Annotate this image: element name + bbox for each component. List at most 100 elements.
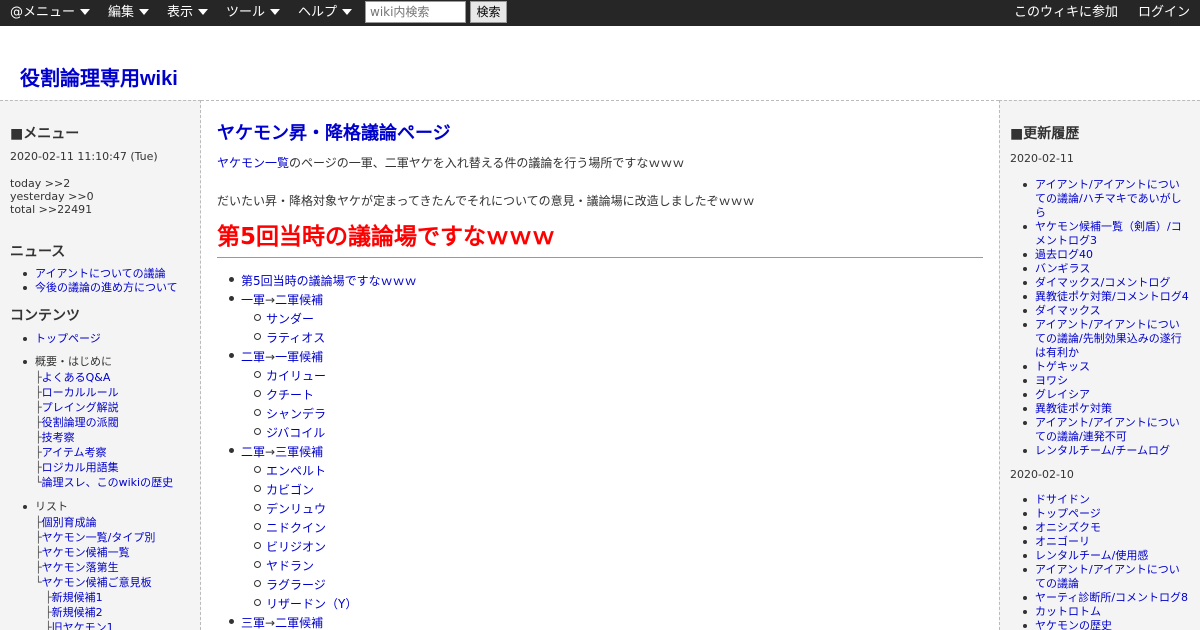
toc-link[interactable]: 二軍→三軍候補 [241,445,323,459]
tree-link[interactable]: ローカルルール [42,386,119,399]
tree-link[interactable]: 旧ヤケモン1 [52,621,114,630]
history-link[interactable]: ダイマックス [1035,304,1101,317]
yakemon-list-link[interactable]: ヤケモン一覧 [217,156,289,170]
site-title[interactable]: 役割論理専用wiki [20,62,178,91]
list-item: ダイマックス [1010,304,1189,318]
history-link[interactable]: ヤーティ診断所/コメントログ8 [1035,591,1188,604]
history-link[interactable]: グレイシア [1035,388,1090,401]
menu-dropdown-main[interactable]: @メニュー [10,0,91,26]
toc-link[interactable]: ニドクイン [266,521,326,535]
history-items: ドサイドン トップページ オニシズクモ オニゴーリ レンタルチーム/使用感 アイアント/ア… [1010,493,1188,630]
history-link[interactable]: 過去ログ40 [1035,248,1093,261]
menu-dropdown-view[interactable]: 表示 [167,0,209,26]
list-item: カットロトム [1010,605,1188,619]
search-button[interactable]: 検索 [470,1,507,23]
news-link[interactable]: アイアントについての議論 [35,267,166,280]
toc-item: 二軍→一軍候補 [228,348,323,365]
toc-link[interactable]: ヤドラン [266,559,314,573]
list-item: アイアント/アイアントについ ての議論/連発不可 [1010,416,1189,444]
toc-link[interactable]: デンリュウ [266,502,326,516]
toc-link[interactable]: サンダー [266,312,314,326]
tree-branch: ├ [35,446,42,459]
arrow-right-icon: → [265,445,276,459]
search-input[interactable] [365,1,466,23]
counter-today: today >>2 [10,177,71,190]
toc-link[interactable]: クチート [266,388,314,402]
toc-link[interactable]: リザードン（Y） [266,597,357,611]
history-link[interactable]: ヤケモンの歴史 [1035,619,1112,630]
toc-link[interactable]: エンペルト [266,464,326,478]
history-link[interactable]: ダイマックス/コメントログ [1035,276,1170,289]
toc-link[interactable]: カビゴン [266,483,314,497]
toc-link[interactable]: ラティオス [266,331,325,345]
list-label: リスト [35,500,68,513]
tree-link[interactable]: アイテム考察 [42,446,107,459]
toc-link[interactable]: 三軍→二軍候補 [241,616,323,630]
history-link[interactable]: アイアント/アイアントについ ての議論 [1035,563,1180,590]
tree-link[interactable]: よくあるQ&A [42,371,111,384]
current-datetime: 2020-02-11 11:10:47 (Tue) [10,150,158,163]
overview-label: 概要・はじめに [35,355,112,368]
tree-branch: └ [35,576,42,589]
list-item: アイアント/アイアントについ ての議論 [1010,563,1188,591]
tree-item: ├ヤケモン一覧/タイプ別 [35,529,155,545]
join-wiki-link[interactable]: このウィキに参加 [1014,0,1118,26]
toc-link[interactable]: カイリュー [266,369,326,383]
tree-item: ├ヤケモン落第生 [35,559,119,575]
toc-item: ラグラージ [254,576,326,593]
menu-dropdown-edit[interactable]: 編集 [108,0,150,26]
toc-link[interactable]: ジバコイル [266,426,325,440]
tree-item: ├役割論理の派閥 [35,414,119,430]
list-item: バンギラス [1010,262,1189,276]
history-link[interactable]: 異教徒ポケ対策/コメントログ4 [1035,290,1189,303]
intro-paragraph-2: だいたい昇・降格対象ヤケが定まってきたんでそれについての意見・議論場に改造しまし… [217,194,755,208]
toc-link[interactable]: ビリジオン [266,540,326,554]
counter-total: total >>22491 [10,203,93,216]
history-link[interactable]: アイアント/アイアントについ ての議論/ハチマキであいがしら [1035,178,1182,219]
history-link[interactable]: トゲキッス [1035,360,1090,373]
tree-link[interactable]: プレイング解説 [42,401,119,414]
page-title: ヤケモン昇・降格議論ページ [217,123,451,144]
history-link[interactable]: カットロトム [1035,605,1101,618]
toc-link[interactable]: ラグラージ [266,578,326,592]
tree-link[interactable]: 新規候補2 [52,606,103,619]
login-link[interactable]: ログイン [1138,0,1190,26]
tree-link[interactable]: 役割論理の派閥 [42,416,119,429]
news-link[interactable]: 今後の議論の進め方について [35,281,178,294]
history-link[interactable]: レンタルチーム/使用感 [1035,549,1148,562]
toc-link[interactable]: 二軍→一軍候補 [241,350,323,364]
history-link[interactable]: オニシズクモ [1035,521,1101,534]
tree-link[interactable]: 技考察 [42,431,75,444]
toc-item: カビゴン [253,481,314,498]
tree-link[interactable]: 個別育成論 [42,516,97,529]
history-link[interactable]: バンギラス [1035,262,1090,275]
history-link[interactable]: トップページ [1035,507,1101,520]
history-link[interactable]: アイアント/アイアントについ ての議論/先制効果込みの遂行 は有利か [1035,318,1182,359]
history-link[interactable]: ヤケモン候補一覧（剣盾）/コ メントログ3 [1035,220,1182,247]
news-heading: ニュース [10,244,66,260]
history-link[interactable]: アイアント/アイアントについ ての議論/連発不可 [1035,416,1180,443]
menu-dropdown-tools[interactable]: ツール [226,0,281,26]
list-item: ドサイドン [1010,493,1188,507]
toc-link[interactable]: 第5回当時の議論場ですなｗｗｗ [241,274,417,288]
tree-link[interactable]: 新規候補1 [52,591,103,604]
toc-link[interactable]: シャンデラ [266,407,326,421]
tree-link[interactable]: ヤケモン候補一覧 [42,546,130,559]
history-link[interactable]: ヨワシ [1035,374,1068,387]
menu-dropdown-help[interactable]: ヘルプ [298,0,353,26]
history-link[interactable]: 異教徒ポケ対策 [1035,402,1112,415]
history-link[interactable]: オニゴーリ [1035,535,1090,548]
tree-link[interactable]: ヤケモン候補ご意見板 [42,576,152,589]
tree-link[interactable]: ヤケモン落第生 [42,561,119,574]
menu-label: ツール [226,5,266,20]
top-nav-bar: @メニュー 編集 表示 ツール ヘルプ 検索 このウィキに参加 ログイン [0,0,1200,26]
history-link[interactable]: ドサイドン [1035,493,1090,506]
toc-item: クチート [253,386,314,403]
history-date: 2020-02-10 [1010,468,1074,481]
tree-link[interactable]: ヤケモン一覧/タイプ別 [42,531,156,544]
history-link[interactable]: レンタルチーム/チームログ [1035,444,1170,457]
tree-link[interactable]: 論理スレ、このwikiの歴史 [42,476,173,489]
tree-link[interactable]: ロジカル用語集 [42,461,119,474]
top-page-link[interactable]: トップページ [35,332,101,345]
toc-link[interactable]: 一軍→二軍候補 [241,293,323,307]
